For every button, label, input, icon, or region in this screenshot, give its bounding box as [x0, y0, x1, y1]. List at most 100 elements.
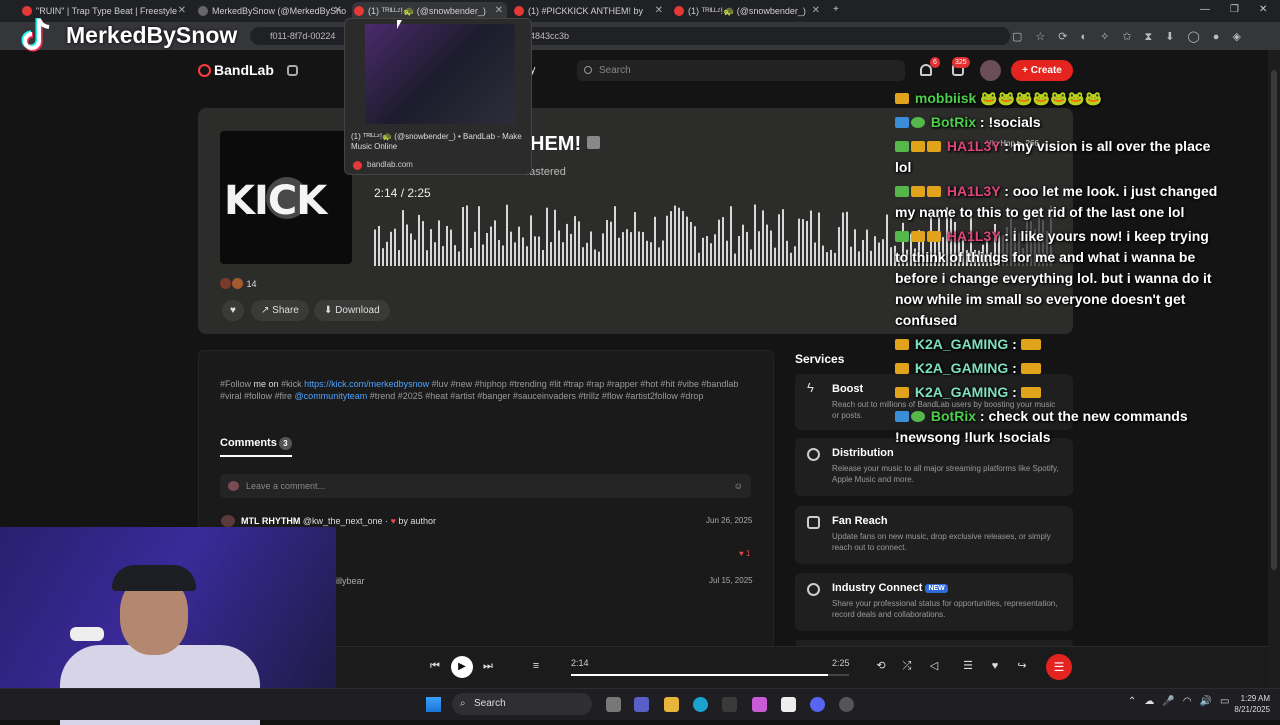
- current-time: 2:14: [374, 186, 398, 200]
- tiktok-icon: [21, 18, 50, 52]
- app-icon[interactable]: [781, 697, 796, 712]
- taskbar-search[interactable]: ⌕ Search: [452, 693, 592, 715]
- taskbar-clock[interactable]: 1:29 AM 8/21/2025: [1224, 693, 1270, 715]
- description-text: me on: [253, 379, 279, 389]
- clock-time: 1:29 AM: [1240, 694, 1270, 703]
- waveform-bar: [594, 249, 596, 266]
- hashtags[interactable]: #trend #2025 #heat #artist #banger #sauc…: [370, 391, 704, 401]
- close-icon[interactable]: ✕: [812, 2, 820, 20]
- waveform-bar: [670, 211, 672, 266]
- heart-icon[interactable]: ♥: [988, 659, 1002, 673]
- copilot-icon[interactable]: [752, 697, 767, 712]
- hashtag[interactable]: #Follow: [220, 379, 251, 389]
- waveform-bar: [598, 251, 600, 266]
- waveform-bar: [830, 249, 832, 266]
- commenter-avatar[interactable]: [221, 515, 235, 527]
- browser-toolbar-icons[interactable]: ▢☆⟳◐✧✩⧗⬇◯●◈: [1012, 30, 1254, 44]
- file-explorer-icon[interactable]: [664, 697, 679, 712]
- chat-message: BotRix : check out the new commands !new…: [895, 408, 1188, 445]
- previous-icon[interactable]: ⏮: [428, 659, 442, 673]
- download-button[interactable]: ⬇ Download: [314, 300, 390, 321]
- notifications-badge: 6: [930, 57, 940, 68]
- waveform-bar: [438, 220, 440, 266]
- close-icon[interactable]: ✕: [334, 2, 342, 20]
- waveform-bar: [486, 233, 488, 266]
- play-button[interactable]: ▶: [451, 656, 473, 678]
- waveform-bar: [778, 214, 780, 266]
- likes-count: 14: [246, 279, 257, 289]
- store-icon[interactable]: [722, 697, 737, 712]
- waveform-bar: [538, 236, 540, 266]
- page-scrollbar[interactable]: [1268, 50, 1280, 688]
- comments-heading[interactable]: Comments 3: [220, 437, 292, 457]
- waveform-bar: [410, 233, 412, 266]
- commenter-name[interactable]: MTL RHYTHM: [241, 516, 300, 526]
- kick-link[interactable]: https://kick.com/merkedbysnow: [304, 379, 429, 389]
- shuffle-icon[interactable]: ⤮: [900, 659, 914, 673]
- waveform-bar: [566, 223, 568, 266]
- waveform-bar: [558, 230, 560, 266]
- chat-username: HA1L3Y: [946, 228, 1001, 244]
- waveform-bar: [834, 252, 836, 266]
- add-to-playlist-icon[interactable]: ☰: [961, 659, 975, 673]
- service-desc: Update fans on new music, drop exclusive…: [832, 532, 1051, 552]
- track-title: HEM!: [530, 133, 600, 156]
- next-icon[interactable]: ⏭: [481, 659, 495, 673]
- share-icon[interactable]: ↪: [1015, 659, 1029, 673]
- browser-tab[interactable]: (1) #PICKKICK ANTHEM! by ✕: [512, 2, 667, 20]
- close-icon[interactable]: ✕: [178, 2, 186, 20]
- heart-icon: ♥: [390, 516, 396, 526]
- comment-likes[interactable]: ♥ 1: [739, 549, 750, 558]
- close-icon[interactable]: ✕: [655, 2, 663, 20]
- waveform-bar: [718, 219, 720, 266]
- minimize-icon[interactable]: —: [1200, 4, 1210, 15]
- new-tab-icon[interactable]: +: [833, 4, 839, 15]
- url-text-left: f011-8f7d-00224: [270, 31, 336, 41]
- cover-play-button[interactable]: [266, 177, 308, 219]
- badge-icon: [927, 186, 941, 197]
- commenter-handle[interactable]: illybear: [336, 576, 365, 586]
- create-button[interactable]: + Create: [1011, 60, 1073, 81]
- comment-input[interactable]: Leave a comment... ☺: [220, 474, 751, 498]
- waveform-bar: [602, 233, 604, 266]
- app-icon[interactable]: [839, 697, 854, 712]
- scrollbar-thumb[interactable]: [1271, 70, 1277, 570]
- mention-link[interactable]: @communityteam: [295, 391, 368, 401]
- hashtag[interactable]: #kick: [281, 379, 302, 389]
- system-tray-icons[interactable]: ⌃☁🎤◠🔊▭: [1128, 696, 1237, 707]
- chat-username: K2A_GAMING: [914, 384, 1009, 400]
- queue-button[interactable]: ☰: [1046, 654, 1072, 680]
- waveform-bar: [762, 210, 764, 266]
- emoji-icon[interactable]: ☺: [734, 474, 743, 498]
- volume-icon[interactable]: ◁: [927, 659, 941, 673]
- progress-bar[interactable]: [571, 674, 849, 676]
- preview-thumbnail: [365, 24, 515, 124]
- waveform-bar: [678, 207, 680, 266]
- bandlab-logo[interactable]: BandLab: [198, 62, 274, 78]
- teams-icon[interactable]: [634, 697, 649, 712]
- waveform-bar: [890, 247, 892, 266]
- apps-grid-icon[interactable]: [287, 65, 298, 76]
- avatar[interactable]: [980, 60, 1001, 81]
- service-industry-connect[interactable]: Industry Connect NEW Share your profession…: [795, 573, 1073, 631]
- chat-text: ooo let me look. i just changed my name …: [895, 183, 1218, 220]
- chat-username: K2A_GAMING: [914, 360, 1009, 376]
- browser-tab[interactable]: (1) ᵀᴿᴵᴸᴸᶻ!🐢 (@snowbender_) ✕: [672, 2, 824, 20]
- edge-icon[interactable]: [693, 697, 708, 712]
- maximize-icon[interactable]: ❐: [1230, 4, 1239, 15]
- search-input[interactable]: Search: [577, 60, 905, 81]
- browser-tab[interactable]: MerkedBySnow (@MerkedBySnow ✕: [196, 2, 346, 20]
- commenter-handle[interactable]: @kw_the_next_one ·: [303, 516, 388, 526]
- webcam-person-hat: [112, 565, 196, 591]
- search-icon: [584, 66, 592, 74]
- lyrics-icon[interactable]: ≡: [529, 659, 543, 673]
- like-button[interactable]: ♥: [222, 300, 244, 321]
- close-window-icon[interactable]: ✕: [1259, 4, 1267, 15]
- windows-start-icon[interactable]: [426, 697, 441, 712]
- task-view-icon[interactable]: [606, 697, 621, 712]
- waveform-bar: [782, 209, 784, 266]
- service-fan-reach[interactable]: Fan Reach Update fans on new music, drop …: [795, 506, 1073, 564]
- discord-icon[interactable]: [810, 697, 825, 712]
- repeat-icon[interactable]: ⟲: [874, 659, 888, 673]
- share-button[interactable]: ↗ Share: [251, 300, 309, 321]
